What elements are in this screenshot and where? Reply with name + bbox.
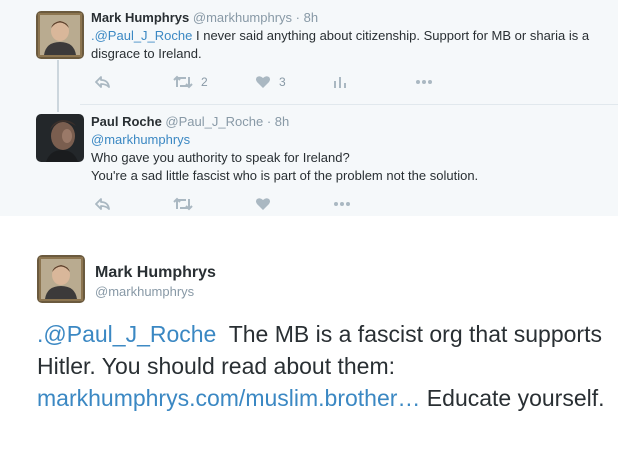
analytics-icon	[333, 75, 347, 89]
separator-dot: ·	[295, 10, 301, 25]
tweet-text: .@Paul_J_Roche I never said anything abo…	[91, 27, 591, 63]
main-tweet[interactable]: Mark Humphrys @markhumphrys .@Paul_J_Roc…	[0, 216, 618, 452]
more-icon	[333, 201, 351, 207]
url-link[interactable]: markhumphrys.com/muslim.brother…	[37, 385, 420, 411]
like-icon	[255, 75, 271, 89]
retweet-icon	[173, 75, 193, 89]
tweet-line: Who gave you authority to speak for Irel…	[91, 150, 350, 165]
timestamp[interactable]: 8h	[275, 114, 289, 129]
like-count: 3	[279, 75, 286, 89]
more-button[interactable]	[333, 194, 351, 214]
reply-icon	[95, 197, 111, 211]
user-name[interactable]: Paul Roche	[91, 114, 162, 129]
retweet-icon	[173, 197, 193, 211]
retweet-count: 2	[201, 75, 208, 89]
tweet-text: @markhumphrys Who gave you authority to …	[91, 131, 591, 185]
user-name[interactable]: Mark Humphrys	[95, 264, 216, 282]
mention-link[interactable]: .@Paul_J_Roche	[37, 321, 216, 347]
separator-dot: ·	[266, 114, 272, 129]
more-icon	[415, 79, 433, 85]
reply-button[interactable]	[95, 194, 111, 214]
user-handle[interactable]: @markhumphrys	[193, 10, 292, 25]
tweet-mark-humphrys[interactable]: Mark Humphrys @markhumphrys · 8h .@Paul_…	[0, 0, 618, 104]
tweet-paul-roche[interactable]: Paul Roche @Paul_J_Roche · 8h @markhumph…	[0, 104, 618, 216]
more-button[interactable]	[415, 72, 433, 92]
avatar[interactable]	[37, 255, 85, 303]
tweet-header: Paul Roche @Paul_J_Roche · 8h	[91, 114, 289, 129]
reply-icon	[95, 75, 111, 89]
like-icon	[255, 197, 271, 211]
user-handle[interactable]: @Paul_J_Roche	[165, 114, 263, 129]
tweet-text: .@Paul_J_Roche The MB is a fascist org t…	[37, 318, 607, 414]
retweet-button[interactable]: 2	[173, 72, 208, 92]
mention-link[interactable]: .@Paul_J_Roche	[91, 28, 192, 43]
user-name[interactable]: Mark Humphrys	[91, 10, 189, 25]
tweet-body-end: Educate yourself.	[420, 385, 605, 411]
like-button[interactable]	[255, 194, 271, 214]
conversation-thread: Mark Humphrys @markhumphrys · 8h .@Paul_…	[0, 0, 618, 216]
like-button[interactable]: 3	[255, 72, 286, 92]
reply-button[interactable]	[95, 72, 111, 92]
timestamp[interactable]: 8h	[304, 10, 318, 25]
avatar[interactable]	[36, 114, 84, 162]
tweet-header: Mark Humphrys @markhumphrys · 8h	[91, 10, 318, 25]
tweet-line: You're a sad little fascist who is part …	[91, 168, 479, 183]
retweet-button[interactable]	[173, 194, 193, 214]
analytics-button[interactable]	[333, 72, 347, 92]
mention-link[interactable]: @markhumphrys	[91, 131, 591, 149]
user-handle[interactable]: @markhumphrys	[95, 284, 194, 299]
avatar[interactable]	[36, 11, 84, 59]
